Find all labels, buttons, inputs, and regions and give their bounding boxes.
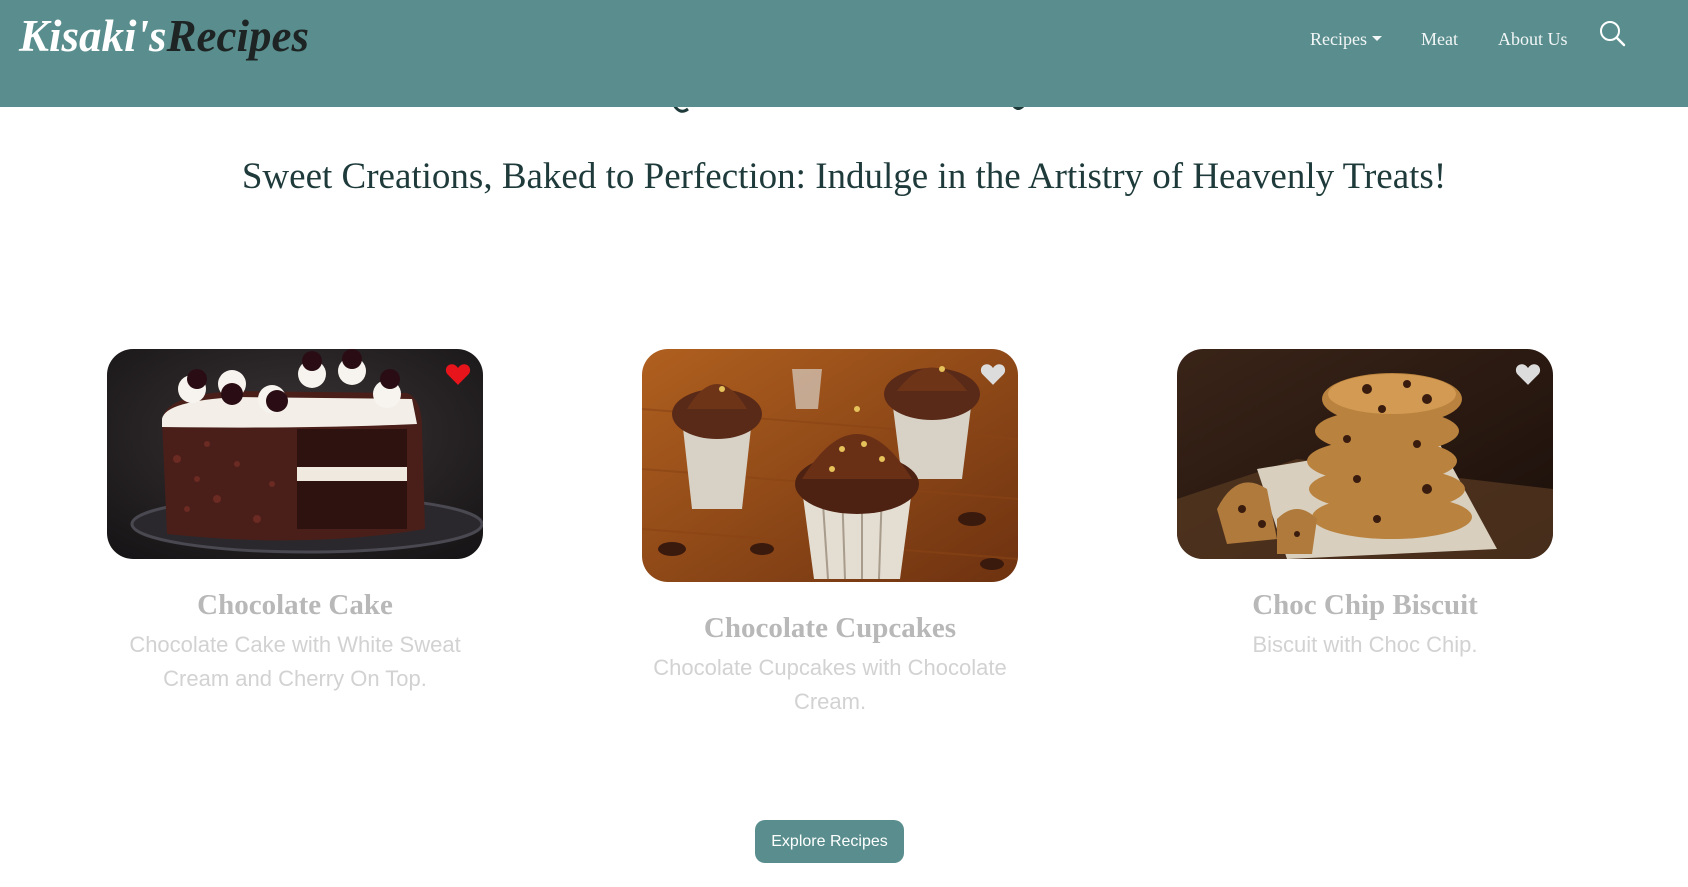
chocolate-cake-photo bbox=[107, 349, 483, 559]
recipe-image-chocolate-cupcakes[interactable] bbox=[642, 349, 1018, 582]
chevron-down-icon bbox=[1371, 36, 1382, 41]
recipe-card[interactable]: Chocolate Cupcakes Chocolate Cupcakes wi… bbox=[642, 349, 1018, 719]
recipe-image-chocolate-cake[interactable] bbox=[107, 349, 483, 559]
recipe-description: Chocolate Cake with White Sweat Cream an… bbox=[129, 632, 461, 691]
navbar: Kisaki'sRecipes Recipes Meat About Us bbox=[0, 0, 1688, 107]
recipe-image-choc-chip-biscuit[interactable] bbox=[1177, 349, 1553, 559]
recipe-title[interactable]: Chocolate Cake bbox=[107, 588, 483, 622]
search-button[interactable] bbox=[1599, 20, 1627, 50]
brand-logo[interactable]: Kisaki'sRecipes bbox=[19, 10, 309, 62]
recipe-description: Chocolate Cupcakes with Chocolate Cream. bbox=[653, 655, 1007, 714]
explore-recipes-button[interactable]: Explore Recipes bbox=[755, 820, 904, 863]
recipe-description: Biscuit with Choc Chip. bbox=[1252, 632, 1478, 657]
brand-part2: Recipes bbox=[166, 11, 309, 61]
heart-icon[interactable] bbox=[980, 362, 1006, 386]
brand-part1: Kisaki's bbox=[19, 11, 167, 61]
nav-recipes-label: Recipes bbox=[1310, 29, 1367, 49]
search-icon bbox=[1600, 21, 1626, 47]
recipe-title[interactable]: Chocolate Cupcakes bbox=[642, 611, 1018, 645]
nav-meat-link[interactable]: Meat bbox=[1421, 28, 1458, 50]
recipe-card[interactable]: Choc Chip Biscuit Biscuit with Choc Chip… bbox=[1177, 349, 1553, 662]
recipe-title[interactable]: Choc Chip Biscuit bbox=[1177, 588, 1553, 622]
heart-icon[interactable] bbox=[1515, 362, 1541, 386]
nav-recipes-dropdown[interactable]: Recipes bbox=[1310, 28, 1382, 50]
nav-about-link[interactable]: About Us bbox=[1498, 28, 1568, 50]
hero-tagline: Sweet Creations, Baked to Perfection: In… bbox=[241, 156, 1447, 197]
choc-chip-biscuit-photo bbox=[1177, 349, 1553, 559]
heart-icon[interactable] bbox=[445, 362, 471, 386]
chocolate-cupcakes-photo bbox=[642, 349, 1018, 582]
recipe-card[interactable]: Chocolate Cake Chocolate Cake with White… bbox=[107, 349, 483, 696]
